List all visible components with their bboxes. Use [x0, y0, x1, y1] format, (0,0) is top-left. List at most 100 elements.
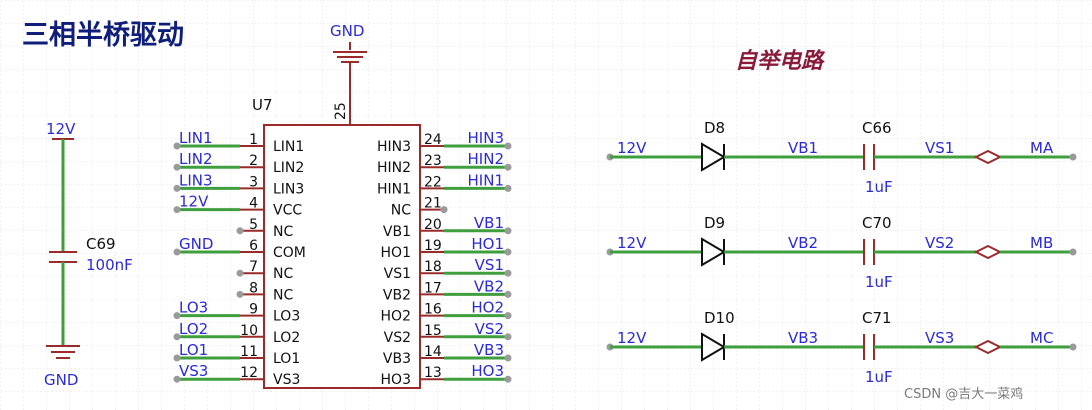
right-pin-name: NC	[391, 203, 411, 219]
right-net-label: VB3	[474, 341, 504, 359]
right-pin-name: VS1	[384, 266, 411, 282]
left-pin-number: 12	[240, 365, 258, 381]
chip-designator: U7	[252, 96, 273, 114]
left-pin-number: 9	[249, 302, 258, 318]
right-net-end	[504, 333, 512, 341]
left-pin-number: 10	[240, 323, 258, 339]
out-end	[1069, 248, 1077, 256]
left-pin-number: 7	[249, 259, 258, 275]
right-net-label: VS2	[475, 320, 504, 338]
diode-designator: D8	[704, 119, 725, 137]
c69-designator: C69	[86, 235, 116, 253]
right-pin-number: 22	[424, 174, 442, 190]
left-pin-number: 2	[249, 153, 258, 169]
c69-bottom-net-label: GND	[44, 371, 78, 389]
right-net-end	[504, 290, 512, 298]
vb-net-label: VB1	[788, 139, 818, 157]
left-nc-end	[236, 290, 244, 298]
out-end	[1069, 343, 1077, 351]
right-net-label: VB2	[474, 277, 504, 295]
left-pin-name: NC	[273, 287, 293, 303]
right-pin-name: HIN1	[377, 181, 411, 197]
schematic-drawing: 三相半桥驱动 自举电路 12V C69 100nF GND U7 GND 25 …	[0, 0, 1092, 410]
right-net-label: HO3	[471, 362, 504, 380]
cap-value: 1uF	[865, 178, 893, 196]
right-pin-number: 23	[424, 153, 442, 169]
watermark: CSDN @吉大一菜鸡	[904, 386, 1023, 402]
left-pin-name: VS3	[273, 372, 300, 388]
diode-designator: D9	[704, 214, 725, 232]
left-pin-name: LO3	[273, 309, 300, 325]
diode-designator: D10	[704, 309, 735, 327]
right-pin-number: 20	[424, 217, 442, 233]
right-net-end	[504, 375, 512, 383]
vb-net-label: VB2	[788, 234, 818, 252]
left-pin-name: COM	[273, 245, 306, 261]
supply-net-label: 12V	[617, 139, 647, 157]
left-pin-number: 11	[240, 344, 258, 360]
right-pin-name: HO1	[381, 245, 411, 261]
right-net-label: HIN2	[468, 150, 504, 168]
bootstrap-section-title: 自举电路	[735, 48, 826, 74]
vs-net-label: VS3	[925, 329, 954, 347]
left-nc-end	[236, 227, 244, 235]
page-title: 三相半桥驱动	[22, 20, 184, 51]
right-net-end	[504, 163, 512, 171]
right-net-end	[504, 269, 512, 277]
right-net-label: VB1	[474, 214, 504, 232]
out-net-label: MA	[1030, 139, 1054, 157]
left-pin-name: NC	[273, 266, 293, 282]
right-net-end	[504, 248, 512, 256]
cap-designator: C71	[862, 309, 892, 327]
supply-net-label: 12V	[617, 234, 647, 252]
right-pin-number: 14	[424, 344, 442, 360]
right-pin-number: 17	[424, 280, 442, 296]
left-net-label: LIN1	[179, 129, 213, 147]
right-pin-name: HO2	[381, 309, 411, 325]
right-net-end	[504, 312, 512, 320]
right-nc-end	[440, 206, 448, 214]
right-pin-name: HIN2	[377, 160, 411, 176]
left-pin-name: LIN2	[273, 160, 304, 176]
left-pin-number: 8	[249, 280, 258, 296]
vs-net-label: VS2	[925, 234, 954, 252]
left-net-label: LO2	[179, 320, 208, 338]
vs-net-label: VS1	[925, 139, 954, 157]
left-pin-name: LIN1	[273, 139, 304, 155]
ep-pin-number: 25	[333, 102, 349, 120]
cap-designator: C66	[862, 119, 892, 137]
right-net-label: HIN3	[468, 129, 504, 147]
schematic-canvas: 三相半桥驱动 自举电路 12V C69 100nF GND U7 GND 25 …	[0, 0, 1092, 410]
left-pin-name: NC	[273, 224, 293, 240]
right-net-label: HO1	[471, 235, 504, 253]
right-pin-number: 21	[424, 196, 442, 212]
right-pin-number: 24	[424, 132, 442, 148]
left-nc-end	[236, 269, 244, 277]
right-pin-number: 16	[424, 302, 442, 318]
right-pin-name: VB1	[383, 224, 411, 240]
right-pin-name: VB2	[383, 287, 411, 303]
ep-ground-net-label: GND	[330, 22, 364, 40]
left-net-label: GND	[179, 235, 213, 253]
right-pin-number: 19	[424, 238, 442, 254]
left-net-label: VS3	[179, 362, 208, 380]
right-net-label: HO2	[471, 299, 504, 317]
cap-value: 1uF	[865, 273, 893, 291]
left-net-label: LIN3	[179, 171, 213, 189]
left-pin-number: 3	[249, 174, 258, 190]
right-pin-number: 13	[424, 365, 442, 381]
cap-designator: C70	[862, 214, 892, 232]
left-pin-name: LIN3	[273, 181, 304, 197]
left-pin-number: 5	[249, 217, 258, 233]
left-net-label: 12V	[179, 193, 209, 211]
out-end	[1069, 153, 1077, 161]
left-pin-name: LO1	[273, 351, 300, 367]
vb-net-label: VB3	[788, 329, 818, 347]
c69-value: 100nF	[86, 256, 133, 274]
right-pin-number: 15	[424, 323, 442, 339]
left-pin-name: LO2	[273, 330, 300, 346]
right-net-end	[504, 227, 512, 235]
out-net-label: MC	[1030, 329, 1053, 347]
out-net-label: MB	[1030, 234, 1053, 252]
right-net-end	[504, 354, 512, 362]
